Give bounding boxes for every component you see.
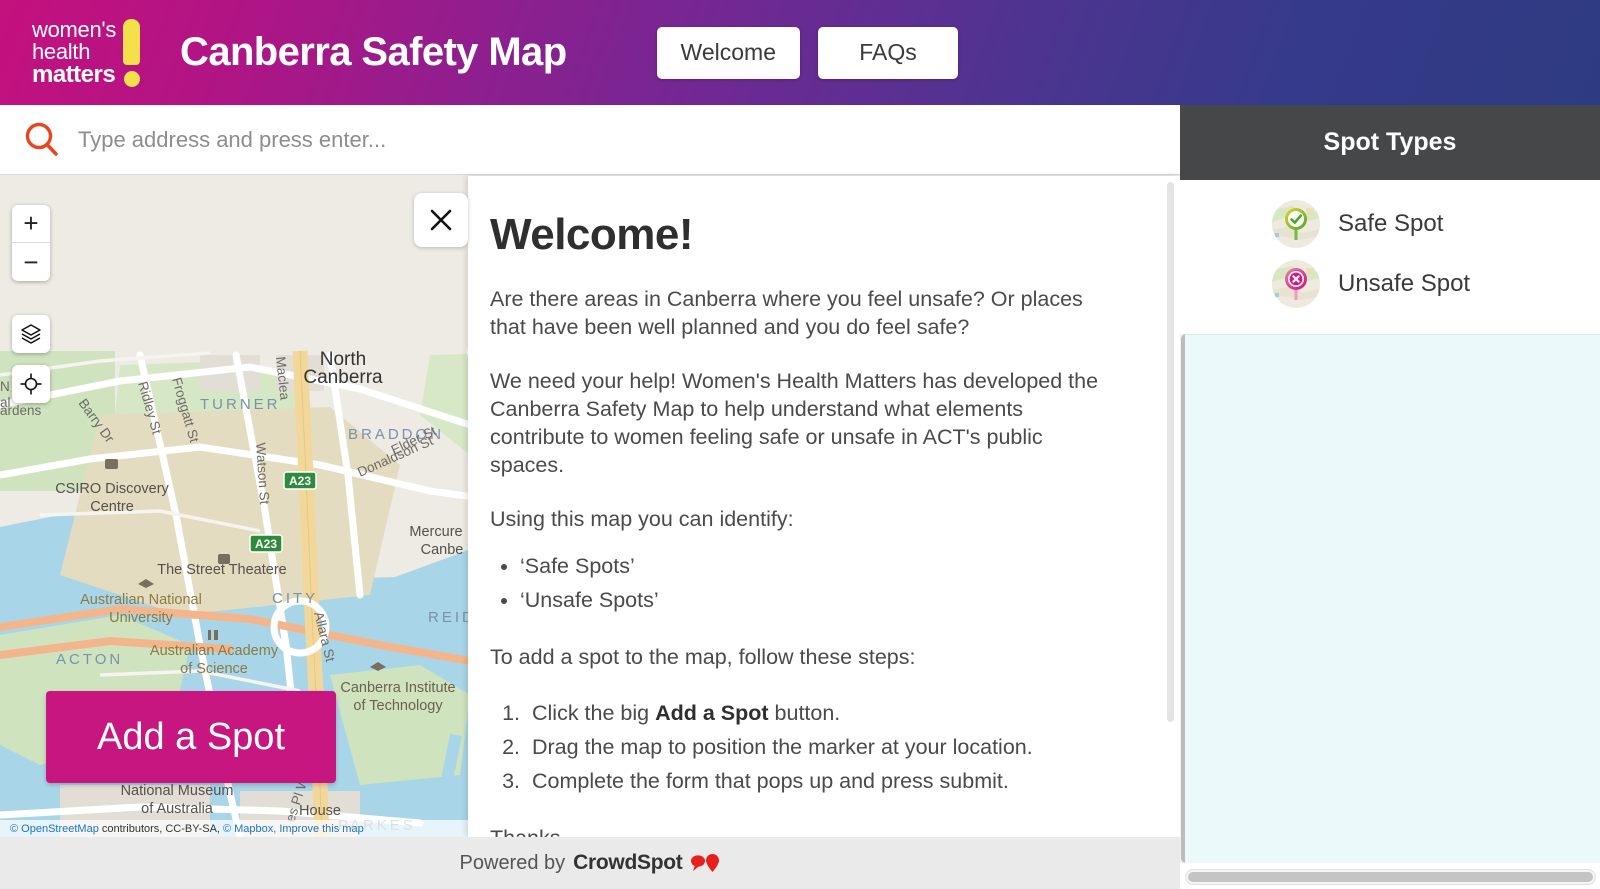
- svg-text:University: University: [109, 610, 173, 626]
- svg-text:N: N: [0, 379, 10, 394]
- app-header: women's health matters Canberra Safety M…: [0, 0, 1600, 105]
- list-item: Complete the form that pops up and press…: [526, 765, 1122, 799]
- svg-text:Canberra Institute: Canberra Institute: [340, 680, 455, 696]
- search-bar: [0, 105, 1180, 175]
- spot-types-header: Spot Types: [1180, 105, 1600, 180]
- svg-text:A23: A23: [255, 537, 277, 551]
- spot-types-panel: Spot Types Safe Spot Unsafe Spot: [1180, 105, 1600, 889]
- step-1-text-after: button.: [768, 701, 841, 726]
- zoom-controls[interactable]: + −: [12, 205, 50, 281]
- close-icon[interactable]: [414, 193, 468, 247]
- nav-welcome-button[interactable]: Welcome: [656, 26, 800, 79]
- unsafe-spot-pin-icon: [1272, 260, 1320, 308]
- logo-line-2: health: [32, 38, 91, 64]
- svg-text:of Science: of Science: [180, 661, 248, 677]
- svg-text:House: House: [299, 803, 341, 819]
- panel-horizontal-scrollbar[interactable]: [1185, 869, 1596, 885]
- step-1-bold: Add a Spot: [655, 701, 769, 726]
- list-item: Drag the map to position the marker at y…: [526, 731, 1122, 765]
- attribution-mapbox-link[interactable]: © Mapbox,: [223, 823, 276, 835]
- logo-wordmark: women's health matters: [32, 16, 117, 88]
- attribution-improve-link[interactable]: Improve this map: [279, 823, 363, 835]
- modal-scrollbar[interactable]: [1167, 182, 1174, 722]
- locate-crosshair-icon[interactable]: [12, 365, 50, 403]
- welcome-paragraph-4: To add a spot to the map, follow these s…: [490, 644, 916, 669]
- welcome-modal-title: Welcome!: [490, 210, 694, 259]
- logo-line-3: matters: [32, 60, 116, 88]
- welcome-paragraph-2: We need your help! Women's Health Matter…: [490, 368, 1099, 477]
- svg-text:Canbe: Canbe: [421, 542, 464, 558]
- svg-text:Mercure: Mercure: [409, 524, 462, 540]
- svg-text:CSIRO Discovery: CSIRO Discovery: [55, 481, 169, 497]
- svg-text:Australian Academy: Australian Academy: [150, 643, 279, 659]
- footer-bar: Powered by CrowdSpot: [0, 837, 1180, 889]
- welcome-modal-body: Welcome! Are there areas in Canberra whe…: [468, 176, 1180, 837]
- layers-icon[interactable]: [12, 315, 50, 353]
- page-title: Canberra Safety Map: [180, 30, 567, 74]
- spot-type-safe-spot[interactable]: Safe Spot: [1180, 194, 1600, 254]
- attribution-license: CC-BY-SA,: [165, 822, 220, 835]
- exclamation-mark-icon: [123, 17, 141, 89]
- list-item: Click the big Add a Spot button.: [526, 697, 1122, 731]
- spot-type-bullet-list: ‘Safe Spots’ ‘Unsafe Spots’: [520, 550, 1122, 618]
- svg-text:Centre: Centre: [90, 499, 134, 515]
- welcome-paragraph-3: Using this map you can identify:: [490, 506, 794, 531]
- svg-text:Canberra: Canberra: [303, 367, 383, 388]
- welcome-modal: Welcome! Are there areas in Canberra whe…: [468, 176, 1180, 837]
- crowdspot-pin-icon: [691, 854, 720, 872]
- svg-text:ardens: ardens: [0, 403, 42, 418]
- zoom-out-button[interactable]: −: [12, 243, 50, 281]
- search-input[interactable]: [78, 126, 1160, 153]
- crowdspot-brand: CrowdSpot: [573, 851, 683, 874]
- safe-spot-pin-icon: [1272, 200, 1320, 248]
- spot-types-list: Safe Spot Unsafe Spot: [1180, 180, 1600, 328]
- welcome-paragraph-1: Are there areas in Canberra where you fe…: [490, 287, 1083, 339]
- list-item: ‘Safe Spots’: [520, 550, 1122, 584]
- panel-content-area: [1185, 334, 1600, 863]
- search-icon[interactable]: [22, 120, 62, 160]
- svg-text:ACTON: ACTON: [56, 651, 123, 668]
- nav-faqs-button[interactable]: FAQs: [817, 26, 958, 79]
- list-item: ‘Unsafe Spots’: [520, 584, 1122, 618]
- svg-text:of Technology: of Technology: [353, 698, 443, 714]
- add-spot-steps-list: Click the big Add a Spot button. Drag th…: [526, 697, 1122, 799]
- spot-type-unsafe-spot[interactable]: Unsafe Spot: [1180, 254, 1600, 314]
- svg-text:TURNER: TURNER: [200, 396, 281, 413]
- womens-health-matters-logo: women's health matters: [32, 0, 141, 105]
- svg-text:The Street Theatere: The Street Theatere: [157, 562, 287, 578]
- svg-text:of Australia: of Australia: [141, 801, 214, 817]
- svg-text:National Museum: National Museum: [121, 783, 234, 799]
- svg-text:Australian National: Australian National: [80, 592, 202, 608]
- map-attribution: © OpenStreetMap contributors, CC-BY-SA, …: [0, 820, 470, 837]
- header-nav: Welcome FAQs: [656, 26, 958, 79]
- attribution-contributors: contributors,: [101, 822, 163, 835]
- spot-type-label: Safe Spot: [1338, 210, 1444, 237]
- page-root: women's health matters Canberra Safety M…: [0, 0, 1600, 889]
- attribution-osm-link[interactable]: © OpenStreetMap: [10, 823, 99, 835]
- spot-type-label: Unsafe Spot: [1338, 270, 1471, 297]
- welcome-paragraph-5: Thanks: [490, 825, 1122, 837]
- add-a-spot-button[interactable]: Add a Spot: [46, 691, 336, 783]
- svg-text:A23: A23: [289, 474, 311, 488]
- powered-by-label: Powered by: [459, 851, 566, 874]
- logo-line-1: women's: [32, 16, 117, 42]
- zoom-in-button[interactable]: +: [12, 205, 50, 243]
- step-1-text-before: Click the big: [532, 701, 656, 726]
- svg-text:CITY: CITY: [272, 590, 318, 607]
